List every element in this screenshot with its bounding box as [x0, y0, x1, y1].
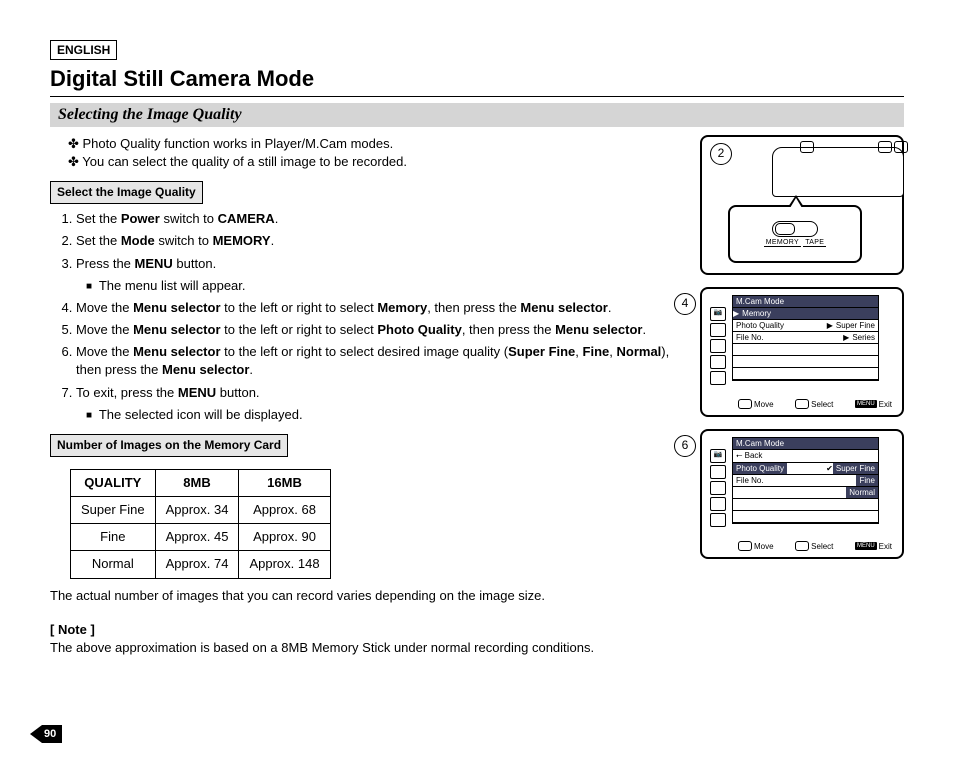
ctrl-exit: Exit [879, 542, 892, 551]
icon [710, 323, 726, 337]
opt-super-fine[interactable]: Super Fine [833, 463, 878, 474]
menu-footer-controls: Move Select MENUExit [738, 541, 892, 551]
note-body: The above approximation is based on a 8M… [50, 639, 690, 657]
camera-illustration [752, 143, 892, 203]
move-icon [738, 399, 752, 409]
th-quality: QUALITY [71, 469, 156, 496]
step-7-sub: The selected icon will be displayed. [86, 406, 690, 424]
menu-file-no[interactable]: File No. [733, 475, 767, 486]
th-16mb: 16MB [239, 469, 330, 496]
opt-fine[interactable]: Fine [856, 475, 878, 486]
icon [710, 465, 726, 479]
menu-mode-label: M.Cam Mode [733, 296, 878, 307]
figure-menu-step6: 📷 M.Cam Mode ⭠ Back Photo Quality✔Super … [700, 429, 904, 559]
icon [710, 513, 726, 527]
intro-bullet: You can select the quality of a still im… [68, 153, 690, 171]
table-row: FineApprox. 45Approx. 90 [71, 524, 331, 551]
intro-bullet: Photo Quality function works in Player/M… [68, 135, 690, 153]
language-badge: ENGLISH [50, 40, 117, 60]
figure-mode-switch: 2 MEMORY TAPE [700, 135, 904, 275]
mode-toggle[interactable] [772, 221, 818, 237]
callout-6: 6 [674, 435, 696, 457]
opt-normal[interactable]: Normal [846, 487, 878, 498]
switch-label-memory: MEMORY [764, 239, 801, 247]
table-footnote: The actual number of images that you can… [50, 587, 690, 605]
camera-icon: 📷 [710, 307, 726, 321]
callout-4: 4 [674, 293, 696, 315]
menu-mode-label: M.Cam Mode [733, 438, 878, 449]
move-icon [738, 541, 752, 551]
figure-column: 2 MEMORY TAPE [700, 135, 904, 657]
table-row: NormalApprox. 74Approx. 148 [71, 551, 331, 578]
icon [710, 497, 726, 511]
main-text-column: Photo Quality function works in Player/M… [50, 135, 690, 657]
th-8mb: 8MB [155, 469, 239, 496]
icon [710, 481, 726, 495]
ctrl-move: Move [754, 400, 774, 409]
note-heading: [ Note ] [50, 621, 690, 639]
menu-chip: MENU [855, 542, 877, 550]
menu-back[interactable]: ⭠ Back [733, 450, 765, 462]
menu-photo-quality[interactable]: Photo Quality [733, 320, 787, 331]
page-title: Digital Still Camera Mode [50, 66, 904, 97]
switch-label-tape: TAPE [803, 239, 826, 247]
menu-chip: MENU [855, 400, 877, 408]
select-icon [795, 399, 809, 409]
menu-photo-quality[interactable]: Photo Quality [733, 463, 787, 474]
menu-screen-4: M.Cam Mode ▶Memory Photo Quality▶Super F… [732, 295, 879, 381]
menu-val-superfine: Super Fine [833, 320, 878, 331]
quality-table: QUALITY 8MB 16MB Super FineApprox. 34App… [70, 469, 331, 579]
figure-menu-step4: 📷 M.Cam Mode ▶Memory Photo Quality▶Super… [700, 287, 904, 417]
step-3-sub: The menu list will appear. [86, 277, 690, 295]
menu-memory[interactable]: Memory [739, 308, 878, 319]
icon [710, 371, 726, 385]
menu-side-icons: 📷 [710, 307, 726, 387]
step-3: Press the MENU button. The menu list wil… [76, 255, 690, 295]
ctrl-select: Select [811, 542, 833, 551]
select-icon [795, 541, 809, 551]
page-number: 90 [30, 725, 62, 743]
step-5: Move the Menu selector to the left or ri… [76, 321, 690, 339]
menu-screen-6: M.Cam Mode ⭠ Back Photo Quality✔Super Fi… [732, 437, 879, 524]
menu-file-no[interactable]: File No. [733, 332, 767, 343]
steps-list: Set the Power switch to CAMERA. Set the … [66, 210, 690, 424]
step-4: Move the Menu selector to the left or ri… [76, 299, 690, 317]
step-2: Set the Mode switch to MEMORY. [76, 232, 690, 250]
ctrl-select: Select [811, 400, 833, 409]
icon [710, 339, 726, 353]
ctrl-move: Move [754, 542, 774, 551]
switch-balloon: MEMORY TAPE [728, 205, 862, 263]
menu-side-icons: 📷 [710, 449, 726, 529]
section-header: Selecting the Image Quality [50, 103, 904, 127]
select-image-quality-label: Select the Image Quality [50, 181, 203, 204]
step-7: To exit, press the MENU button. The sele… [76, 384, 690, 424]
step-6: Move the Menu selector to the left or ri… [76, 343, 690, 379]
icon [710, 355, 726, 369]
table-row: Super FineApprox. 34Approx. 68 [71, 497, 331, 524]
ctrl-exit: Exit [879, 400, 892, 409]
camera-icon: 📷 [710, 449, 726, 463]
menu-val-series: Series [849, 332, 878, 343]
table-title-box: Number of Images on the Memory Card [50, 434, 288, 457]
menu-footer-controls: Move Select MENUExit [738, 399, 892, 409]
step-1: Set the Power switch to CAMERA. [76, 210, 690, 228]
callout-2: 2 [710, 143, 732, 165]
